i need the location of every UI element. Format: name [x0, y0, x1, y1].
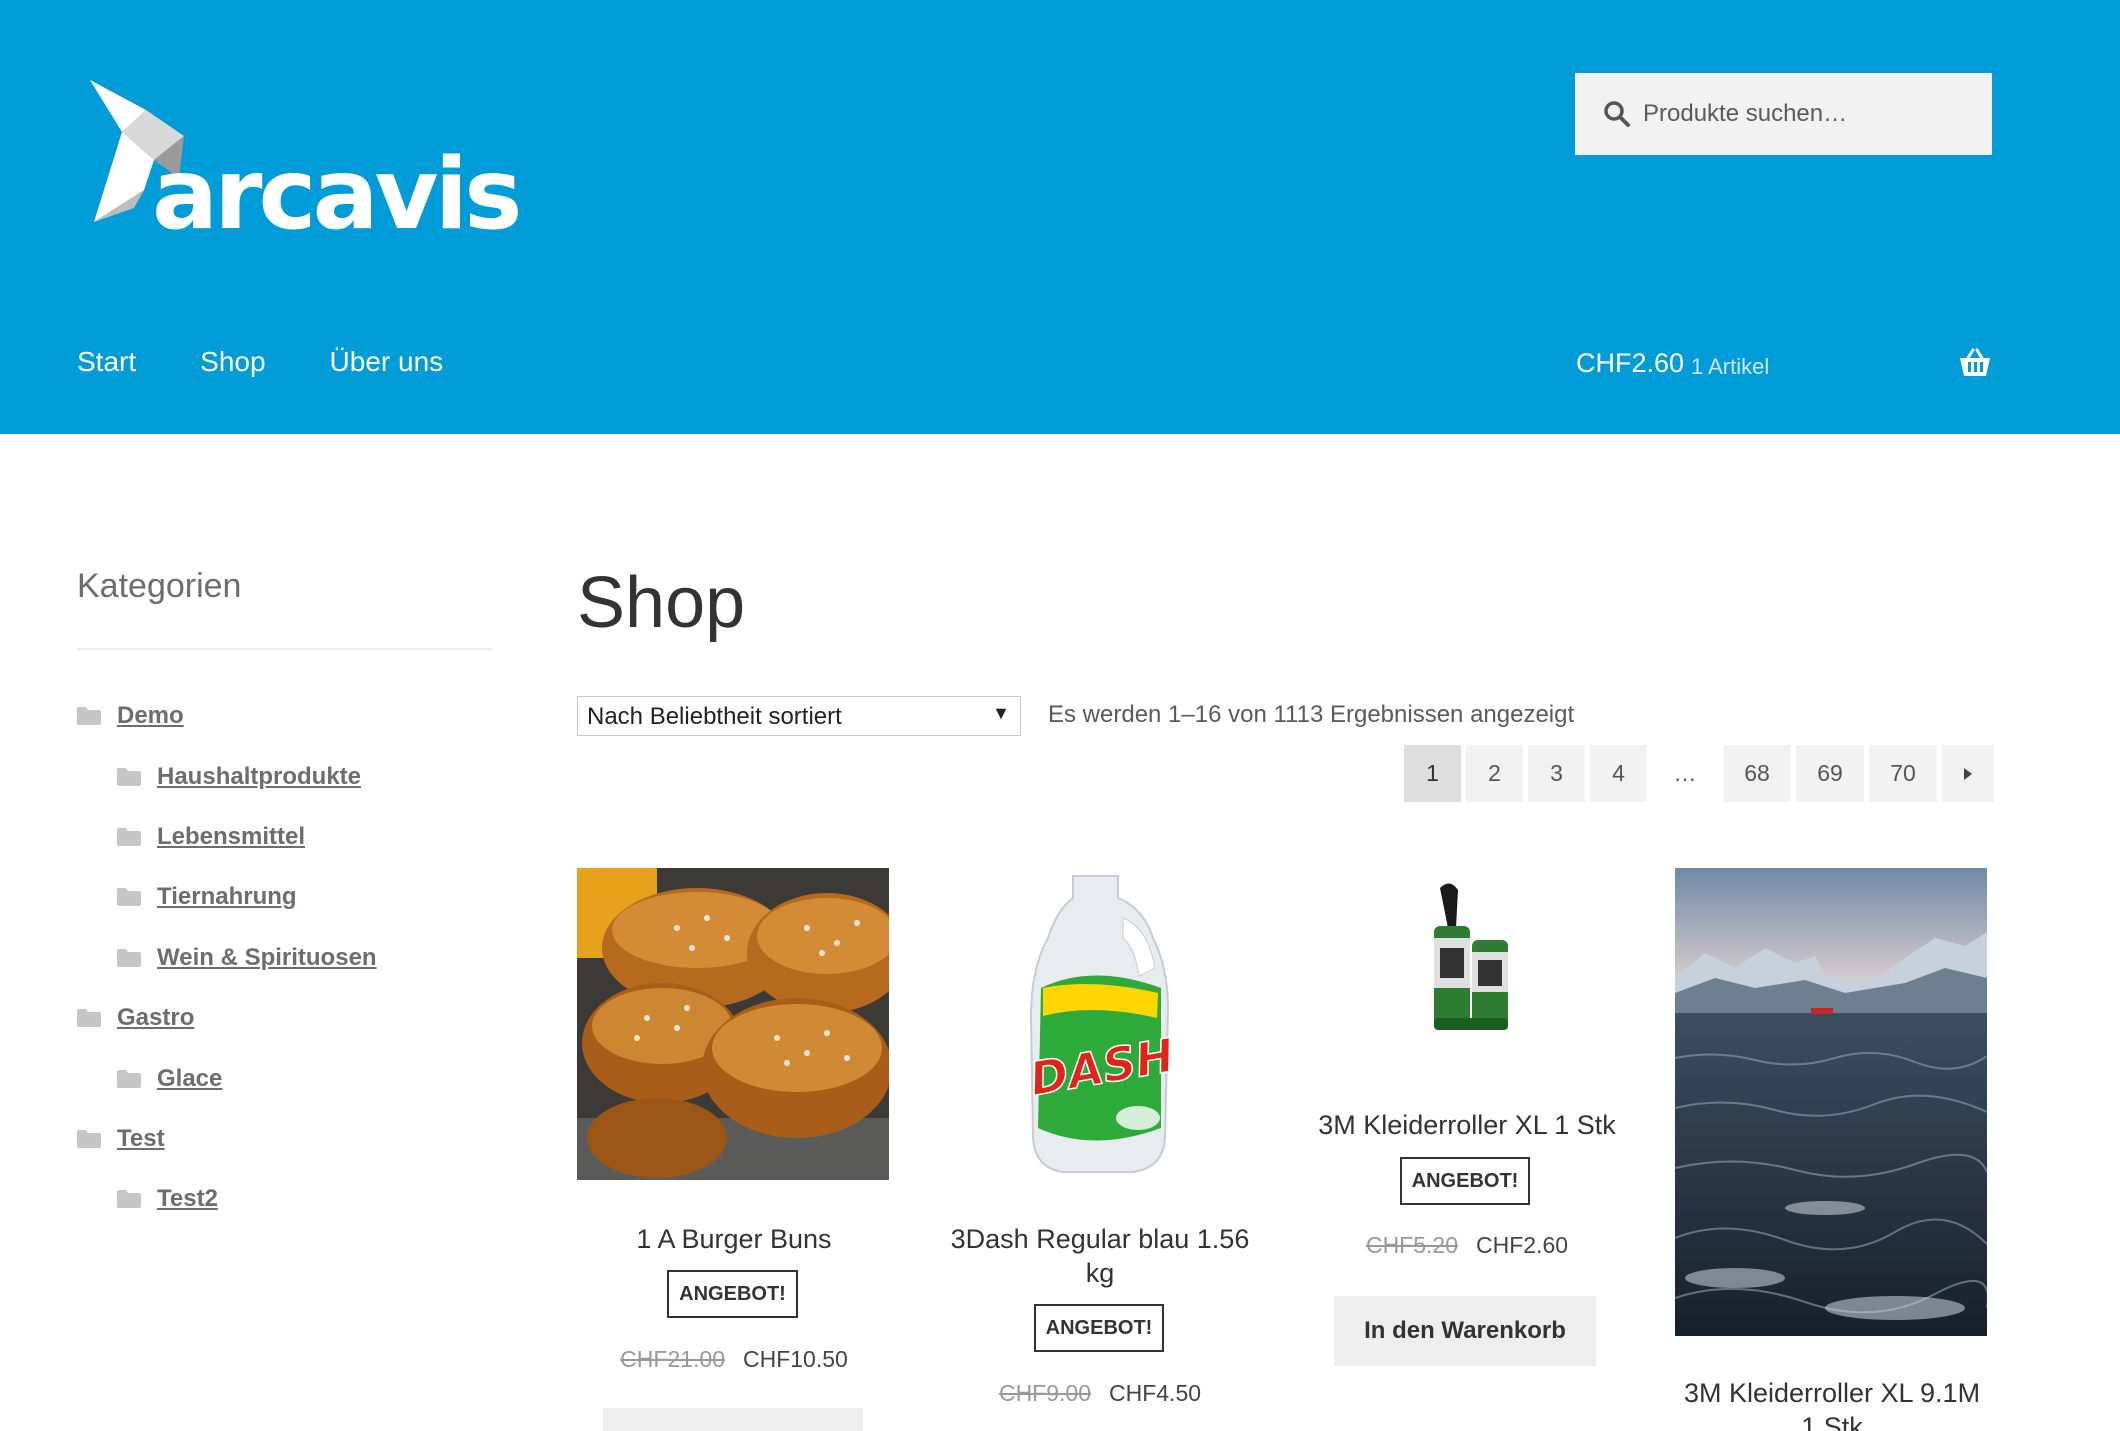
page-ellipsis: … — [1673, 760, 1697, 786]
category-link[interactable]: Haushaltprodukte — [157, 763, 361, 791]
site-logo[interactable]: arcavis — [84, 80, 524, 250]
dropdown-arrow-icon: ▼ — [992, 703, 1010, 723]
folder-icon — [117, 1069, 141, 1088]
regular-price: CHF21.00 — [620, 1346, 725, 1372]
category-link[interactable]: Glace — [157, 1065, 222, 1093]
product-name[interactable]: 3M Kleiderroller XL 1 Stk — [1310, 1108, 1624, 1142]
page-3[interactable]: 3 — [1528, 745, 1585, 802]
category-glace[interactable]: Glace — [77, 1048, 493, 1108]
result-count: Es werden 1–16 von 1113 Ergebnissen ange… — [1048, 701, 1575, 728]
product-price: CHF9.00 CHF4.50 — [943, 1380, 1257, 1407]
folder-icon — [77, 1009, 101, 1028]
product-image-dash[interactable]: DASH — [943, 868, 1255, 1180]
category-haushaltprodukte[interactable]: Haushaltprodukte — [77, 746, 493, 806]
next-page-arrow-icon[interactable] — [1942, 745, 1994, 802]
category-link[interactable]: Wein & Spirituosen — [157, 944, 377, 972]
page-69[interactable]: 69 — [1796, 745, 1864, 802]
primary-navigation: Start Shop Über uns — [77, 344, 507, 380]
folder-icon — [77, 707, 101, 726]
sale-badge: ANGEBOT! — [1034, 1304, 1164, 1352]
sale-price: CHF10.50 — [743, 1346, 848, 1372]
product-image-sea[interactable] — [1675, 868, 1987, 1336]
search-icon — [1604, 101, 1630, 127]
folder-icon — [117, 1190, 141, 1209]
product-name[interactable]: 3M Kleiderroller XL 9.1M 1 Stk — [1675, 1376, 1989, 1431]
site-header: arcavis Start Shop Über uns CHF2.60 1 Ar… — [0, 0, 2120, 434]
product-search[interactable] — [1575, 73, 1992, 155]
basket-icon[interactable] — [1958, 348, 1992, 378]
header-cart[interactable]: CHF2.60 1 Artikel — [1576, 344, 1992, 384]
nav-shop[interactable]: Shop — [200, 344, 265, 380]
sort-selected-value: Nach Beliebtheit sortiert — [587, 703, 842, 730]
product-image-kleiderroller[interactable] — [1310, 868, 1622, 1068]
product-price: CHF5.20 CHF2.60 — [1310, 1232, 1624, 1259]
folder-icon — [117, 888, 141, 907]
page-2[interactable]: 2 — [1466, 745, 1523, 802]
nav-ueber-uns[interactable]: Über uns — [330, 344, 444, 380]
sale-price: CHF4.50 — [1109, 1380, 1202, 1406]
category-link[interactable]: Test — [117, 1125, 165, 1153]
category-wein-spirituosen[interactable]: Wein & Spirituosen — [77, 928, 493, 988]
folder-icon — [77, 1129, 101, 1148]
category-link[interactable]: Tiernahrung — [157, 883, 297, 911]
search-input[interactable] — [1643, 73, 1983, 155]
page-70[interactable]: 70 — [1869, 745, 1937, 802]
category-sidebar: Kategorien Demo Haushaltprodukte Lebensm… — [77, 560, 493, 1230]
page-title: Shop — [577, 563, 746, 643]
product-price: CHF21.00 CHF10.50 — [577, 1346, 891, 1373]
page-68[interactable]: 68 — [1723, 745, 1791, 802]
category-list: Demo Haushaltprodukte Lebensmittel Tiern… — [77, 686, 493, 1230]
sale-badge: ANGEBOT! — [1400, 1157, 1530, 1205]
sale-badge: ANGEBOT! — [667, 1270, 798, 1318]
folder-icon — [117, 827, 141, 846]
page-1[interactable]: 1 — [1404, 745, 1461, 802]
product-image-burger-buns[interactable] — [577, 868, 889, 1180]
cart-amount: CHF2.60 — [1576, 348, 1685, 378]
logo-wordmark: arcavis — [152, 138, 522, 252]
product-name[interactable]: 1 A Burger Buns — [577, 1222, 891, 1256]
add-to-cart-button[interactable] — [603, 1408, 863, 1431]
category-demo[interactable]: Demo — [77, 686, 493, 746]
category-link[interactable]: Lebensmittel — [157, 823, 305, 851]
folder-icon — [117, 948, 141, 967]
sale-price: CHF2.60 — [1476, 1232, 1569, 1258]
regular-price: CHF9.00 — [998, 1380, 1091, 1406]
pagination: 1 2 3 4 … 68 69 70 — [1399, 745, 1994, 802]
sort-select[interactable]: Nach Beliebtheit sortiert ▼ — [577, 696, 1021, 736]
category-link[interactable]: Demo — [117, 702, 184, 730]
sidebar-title: Kategorien — [77, 567, 242, 605]
cart-item-count: 1 Artikel — [1691, 354, 1770, 379]
category-test[interactable]: Test — [77, 1109, 493, 1169]
add-to-cart-button[interactable]: In den Warenkorb — [1334, 1296, 1596, 1366]
product-name[interactable]: 3Dash Regular blau 1.56 kg — [943, 1222, 1257, 1290]
page-4[interactable]: 4 — [1590, 745, 1647, 802]
category-link[interactable]: Gastro — [117, 1004, 194, 1032]
category-tiernahrung[interactable]: Tiernahrung — [77, 867, 493, 927]
nav-start[interactable]: Start — [77, 344, 136, 380]
category-gastro[interactable]: Gastro — [77, 988, 493, 1048]
sidebar-divider — [77, 648, 493, 650]
folder-icon — [117, 767, 141, 786]
category-lebensmittel[interactable]: Lebensmittel — [77, 807, 493, 867]
regular-price: CHF5.20 — [1365, 1232, 1458, 1258]
category-test2[interactable]: Test2 — [77, 1169, 493, 1229]
category-link[interactable]: Test2 — [157, 1185, 218, 1213]
